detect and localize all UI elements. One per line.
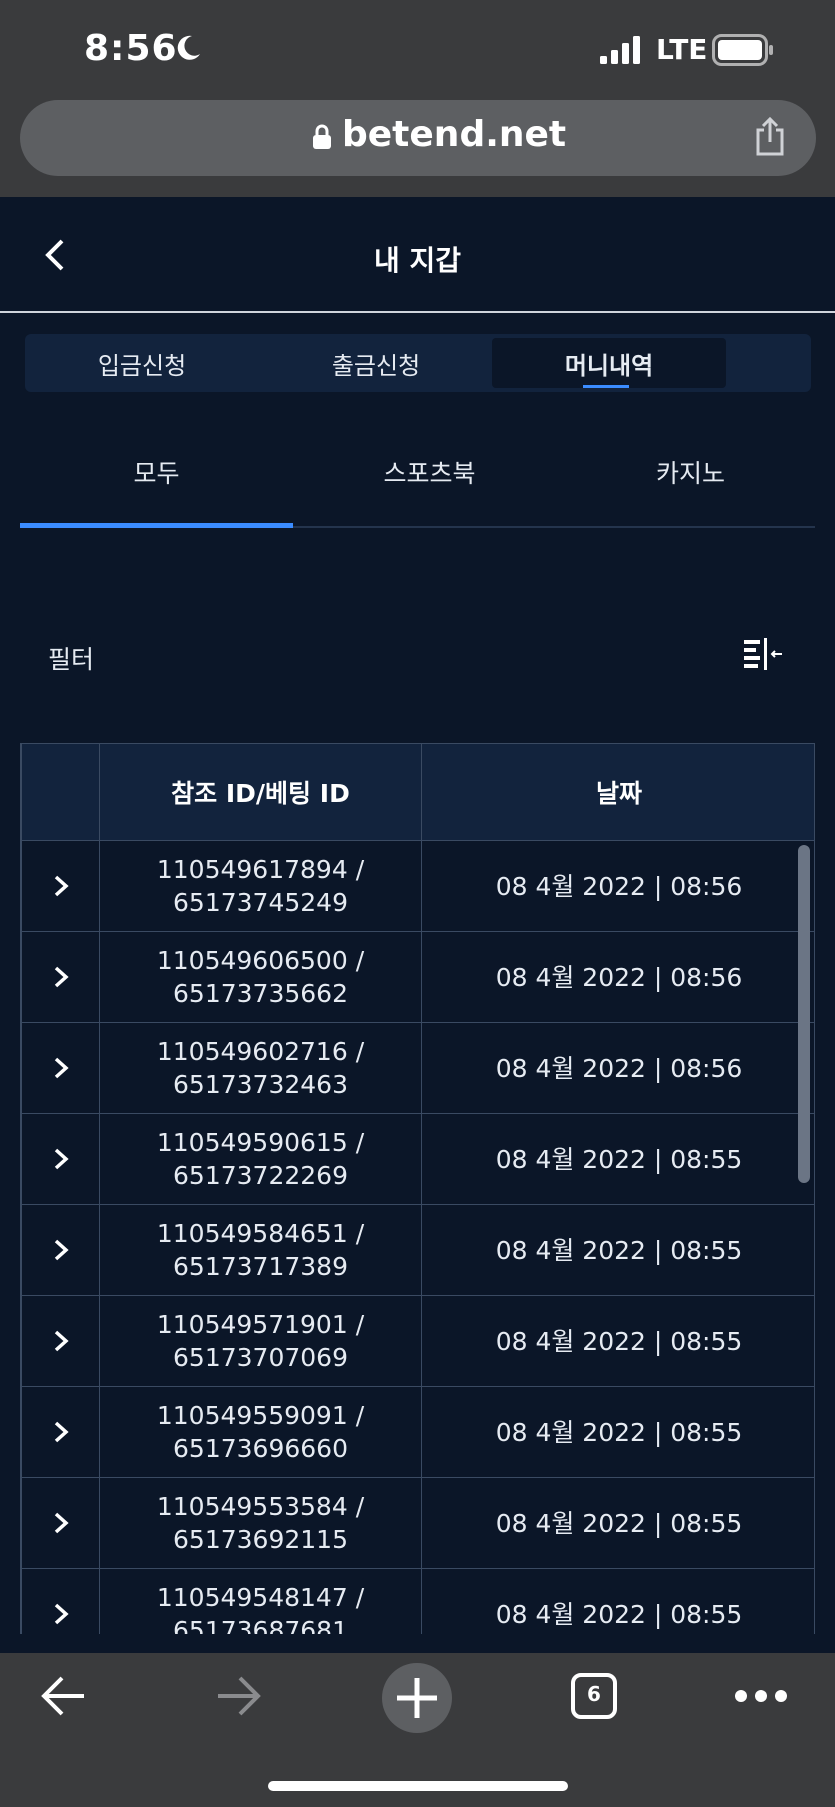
chevron-right-icon[interactable] (52, 1056, 70, 1080)
bet-id: 65173717389 (173, 1252, 348, 1281)
date-cell: 08 4월 2022 | 08:55 (421, 1295, 814, 1387)
chevron-right-icon[interactable] (52, 1511, 70, 1535)
bet-id: 65173692115 (173, 1525, 348, 1554)
bet-id: 65173687681 (173, 1616, 348, 1634)
filter-label[interactable]: 필터 (48, 640, 94, 676)
table-row[interactable]: 110549602716 / 65173732463 08 4월 2022 | 08… (21, 1022, 814, 1114)
tab-count[interactable]: 6 (571, 1682, 617, 1706)
column-header-ref-id: 참조 ID/베팅 ID (99, 743, 422, 841)
ref-bet-id-cell: 110549571901 / 65173707069 (99, 1295, 422, 1387)
arrow-right-icon[interactable] (214, 1674, 264, 1718)
table-row[interactable]: 110549584651 / 65173717389 08 4월 2022 | 08… (21, 1204, 814, 1296)
row-expand-cell[interactable] (21, 1204, 100, 1296)
row-expand-cell[interactable] (21, 1022, 100, 1114)
bet-id: 65173732463 (173, 1070, 348, 1099)
row-expand-cell[interactable] (21, 1477, 100, 1569)
ref-bet-id-cell: 110549617894 / 65173745249 (99, 840, 422, 932)
row-expand-cell[interactable] (21, 1386, 100, 1478)
home-indicator (268, 1781, 568, 1791)
ref-bet-id-cell: 110549584651 / 65173717389 (99, 1204, 422, 1296)
row-expand-cell[interactable] (21, 1568, 100, 1634)
reference-id: 110549553584 / (156, 1492, 365, 1521)
date-cell: 08 4월 2022 | 08:56 (421, 840, 814, 932)
ref-bet-id-cell: 110549548147 / 65173687681 (99, 1568, 422, 1634)
row-expand-cell[interactable] (21, 840, 100, 932)
table-scrollbar[interactable] (798, 845, 810, 1183)
chevron-right-icon[interactable] (52, 965, 70, 989)
tab-money-history[interactable]: 머니내역 (492, 338, 726, 388)
column-header-date: 날짜 (421, 743, 814, 841)
lock-icon (313, 124, 331, 149)
tab-withdraw-request[interactable]: 출금신청 (259, 334, 493, 392)
table-row[interactable]: 110549590615 / 65173722269 08 4월 2022 | 08… (21, 1113, 814, 1205)
table-header-row: 참조 ID/베팅 ID 날짜 (21, 743, 814, 841)
column-header-expand (21, 743, 100, 841)
status-time: 8:56 (84, 28, 178, 69)
battery-icon (712, 34, 773, 66)
chevron-right-icon[interactable] (52, 1147, 70, 1171)
date-cell: 08 4월 2022 | 08:56 (421, 931, 814, 1023)
table-row[interactable]: 110549571901 / 65173707069 08 4월 2022 | 08… (21, 1295, 814, 1387)
date-cell: 08 4월 2022 | 08:55 (421, 1113, 814, 1205)
wallet-tabs: 입금신청 출금신청 머니내역 (25, 334, 811, 392)
arrow-left-icon[interactable] (38, 1674, 88, 1718)
ref-bet-id-cell: 110549590615 / 65173722269 (99, 1113, 422, 1205)
chevron-right-icon[interactable] (52, 874, 70, 898)
reference-id: 110549571901 / (156, 1310, 365, 1339)
chevron-right-icon[interactable] (52, 1329, 70, 1353)
network-type: LTE (656, 33, 708, 66)
table-row[interactable]: 110549606500 / 65173735662 08 4월 2022 | 08… (21, 931, 814, 1023)
row-expand-cell[interactable] (21, 1295, 100, 1387)
date-cell: 08 4월 2022 | 08:56 (421, 1022, 814, 1114)
subtab-casino[interactable]: 카지노 (566, 454, 815, 490)
ref-bet-id-cell: 110549559091 / 65173696660 (99, 1386, 422, 1478)
chevron-right-icon[interactable] (52, 1238, 70, 1262)
reference-id: 110549559091 / (156, 1401, 365, 1430)
moon-icon (177, 35, 200, 60)
new-tab-icon[interactable] (382, 1663, 452, 1733)
reference-id: 110549606500 / (156, 946, 365, 975)
ref-bet-id-cell: 110549553584 / 65173692115 (99, 1477, 422, 1569)
subtab-all[interactable]: 모두 (20, 454, 293, 490)
more-options-icon[interactable] (734, 1689, 788, 1703)
row-expand-cell[interactable] (21, 1113, 100, 1205)
reference-id: 110549602716 / (156, 1037, 365, 1066)
bet-id: 65173722269 (173, 1161, 348, 1190)
history-table-container[interactable]: 참조 ID/베팅 ID 날짜 110549617894 / 65173745249… (20, 743, 815, 1634)
chevron-right-icon[interactable] (52, 1602, 70, 1626)
ref-bet-id-cell: 110549602716 / 65173732463 (99, 1022, 422, 1114)
date-cell: 08 4월 2022 | 08:55 (421, 1204, 814, 1296)
ref-bet-id-cell: 110549606500 / 65173735662 (99, 931, 422, 1023)
reference-id: 110549584651 / (156, 1219, 365, 1248)
date-cell: 08 4월 2022 | 08:55 (421, 1477, 814, 1569)
share-icon[interactable] (754, 116, 786, 156)
chevron-right-icon[interactable] (52, 1420, 70, 1444)
table-row[interactable]: 110549548147 / 65173687681 08 4월 2022 | 08… (21, 1568, 814, 1634)
page-title: 내 지갑 (373, 244, 462, 277)
bet-id: 65173745249 (173, 888, 348, 917)
cellular-signal-icon (600, 36, 640, 64)
app-header: 내 지갑 (0, 197, 835, 313)
bet-id: 65173735662 (173, 979, 348, 1008)
row-expand-cell[interactable] (21, 931, 100, 1023)
bet-id: 65173696660 (173, 1434, 348, 1463)
active-tab-indicator (583, 385, 629, 388)
url-text[interactable]: betend.net (342, 114, 566, 155)
collapse-columns-icon[interactable] (742, 636, 786, 672)
date-cell: 08 4월 2022 | 08:55 (421, 1386, 814, 1478)
date-cell: 08 4월 2022 | 08:55 (421, 1568, 814, 1634)
history-sub-tabs: 모두 스포츠북 카지노 (20, 440, 815, 528)
bet-id: 65173707069 (173, 1343, 348, 1372)
table-row[interactable]: 110549559091 / 65173696660 08 4월 2022 | 08… (21, 1386, 814, 1478)
history-table: 참조 ID/베팅 ID 날짜 110549617894 / 65173745249… (21, 743, 814, 1634)
subtab-sportsbook[interactable]: 스포츠북 (293, 454, 566, 490)
tab-deposit-request[interactable]: 입금신청 (25, 334, 259, 392)
reference-id: 110549617894 / (156, 855, 365, 884)
subtab-active-indicator (20, 523, 293, 528)
table-row[interactable]: 110549553584 / 65173692115 08 4월 2022 | 08… (21, 1477, 814, 1569)
reference-id: 110549548147 / (156, 1583, 365, 1612)
table-row[interactable]: 110549617894 / 65173745249 08 4월 2022 | 08… (21, 840, 814, 932)
reference-id: 110549590615 / (156, 1128, 365, 1157)
